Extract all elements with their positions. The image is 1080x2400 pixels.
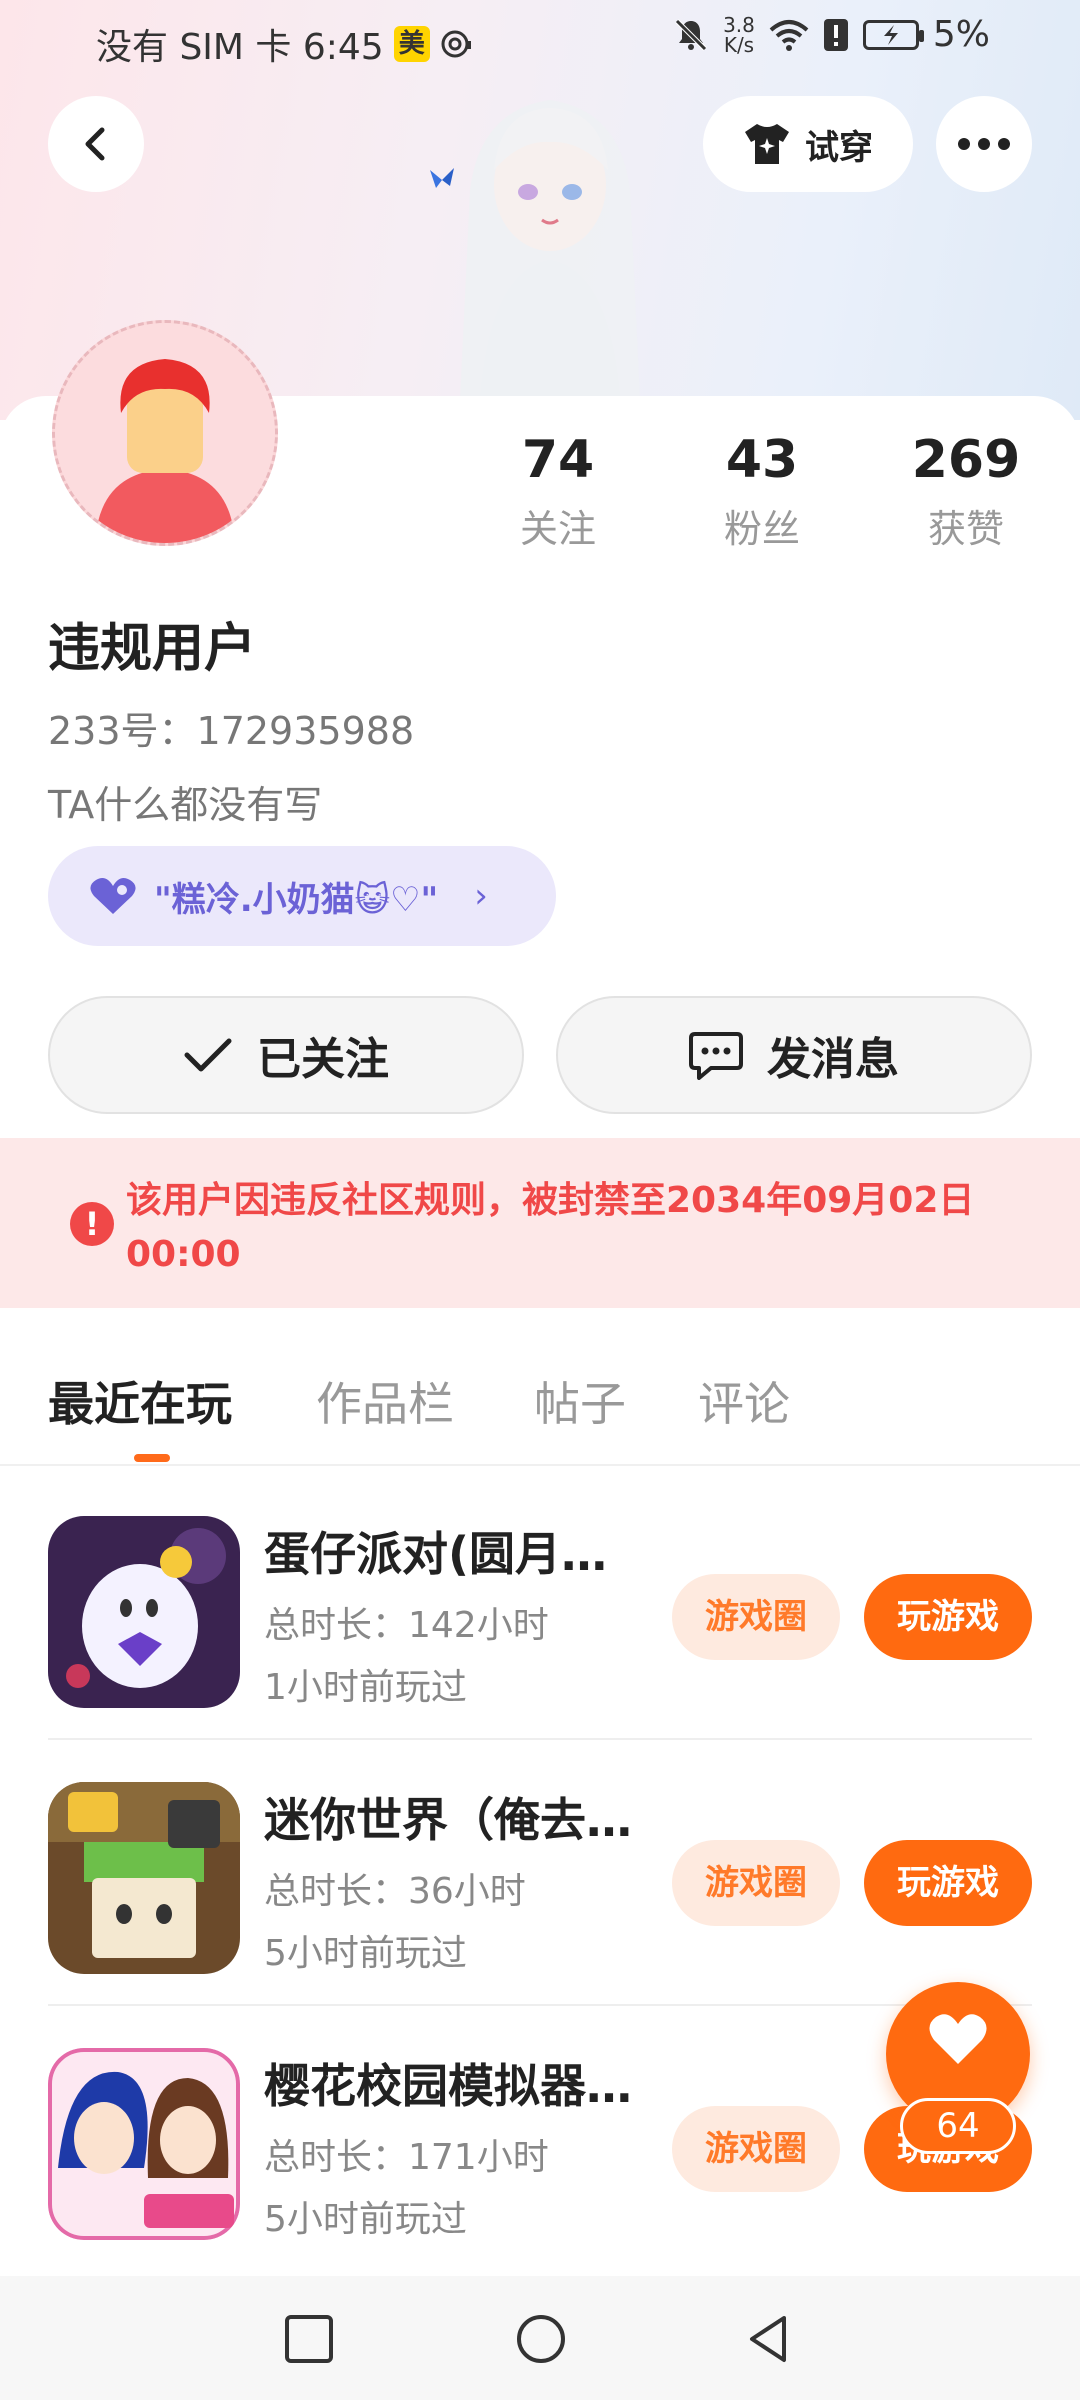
game-icon-sakura-school[interactable] [48,2048,240,2240]
game-title: 樱花校园模拟器… [264,2059,632,2113]
game-circle-button[interactable]: 游戏圈 [672,1574,840,1660]
battery-icon [862,19,924,50]
app-badge: 美 [393,26,430,62]
message-label: 发消息 [767,1034,899,1085]
game-title: 蛋仔派对(圆月… [264,1527,608,1581]
list-item[interactable]: 迷你世界（俺去… 总时长：36小时 5小时前玩过 游戏圈 玩游戏 [0,1740,1080,2006]
heart-icon [929,2014,987,2064]
stat-followers[interactable]: 43 粉丝 [682,430,842,553]
stat-likes[interactable]: 269 获赞 [886,430,1046,553]
mute-bell-icon [675,18,707,51]
wifi-icon [769,19,809,51]
nfc-icon [441,30,471,58]
follow-label: 已关注 [257,1034,389,1085]
user-id: 233号：172935988 [48,709,415,753]
tab-comments[interactable]: 评论 [698,1368,790,1434]
back-triangle-icon[interactable] [742,2312,796,2366]
check-icon [184,1038,232,1072]
game-duration: 总时长：36小时 [264,1871,526,1912]
game-last-played: 5小时前玩过 [264,2199,467,2240]
more-dots-icon [958,138,1010,150]
avatar[interactable] [52,320,278,546]
try-on-label: 试穿 [805,127,873,168]
guild-pill[interactable]: "糕冷.小奶猫😺♡" › [48,846,556,946]
home-icon[interactable] [514,2312,568,2366]
chat-bubble-icon [689,1032,743,1080]
tab-recently-played[interactable]: 最近在玩 [48,1368,232,1434]
chevron-right-icon: › [474,876,488,916]
game-duration: 总时长：171小时 [264,2137,549,2178]
username: 违规用户 [48,619,257,679]
stat-following[interactable]: 74 关注 [478,430,638,553]
game-last-played: 1小时前玩过 [264,1667,467,1708]
play-game-button[interactable]: 玩游戏 [864,1840,1032,1926]
active-tab-indicator [134,1454,170,1462]
heart-icon [90,878,136,914]
tab-posts[interactable]: 帖子 [534,1368,626,1434]
system-nav-bar [0,2276,1080,2400]
game-title: 迷你世界（俺去… [264,1793,632,1847]
tabs-divider [0,1464,1080,1466]
follow-button[interactable]: 已关注 [48,996,524,1114]
like-count-badge: 64 [900,2098,1016,2154]
message-button[interactable]: 发消息 [556,996,1032,1114]
guild-name: "糕冷.小奶猫😺♡" [154,879,439,920]
status-left-text: 没有 SIM 卡 6:45 [96,27,384,68]
status-bar: 没有 SIM 卡 6:45 美 3.8 K/s 5% [0,0,1080,80]
game-circle-button[interactable]: 游戏圈 [672,2106,840,2192]
tab-works[interactable]: 作品栏 [316,1368,454,1434]
more-options-button[interactable] [936,96,1032,192]
game-last-played: 5小时前玩过 [264,1933,467,1974]
list-item[interactable]: 蛋仔派对(圆月… 总时长：142小时 1小时前玩过 游戏圈 玩游戏 [0,1474,1080,1740]
game-icon-mini-world[interactable] [48,1782,240,1974]
sim-alert-icon [823,18,848,51]
game-circle-button[interactable]: 游戏圈 [672,1840,840,1926]
battery-percent: 5% [932,14,990,55]
game-duration: 总时长：142小时 [264,1605,549,1646]
try-on-button[interactable]: 试穿 [703,96,913,192]
ban-notice-text: 该用户因违反社区规则，被封禁至2034年09月02日 00:00 [0,1138,1080,1308]
chevron-left-icon [85,127,105,161]
recents-icon[interactable] [282,2312,336,2366]
play-game-button[interactable]: 玩游戏 [864,1574,1032,1660]
3d-avatar-figure [420,70,680,400]
game-icon-eggy-party[interactable] [48,1516,240,1708]
back-button[interactable] [48,96,144,192]
shirt-sparkle-icon [745,124,789,164]
network-speed: 3.8 K/s [723,12,755,57]
alert-icon: ! [70,1202,114,1246]
user-bio: TA什么都没有写 [48,783,323,827]
